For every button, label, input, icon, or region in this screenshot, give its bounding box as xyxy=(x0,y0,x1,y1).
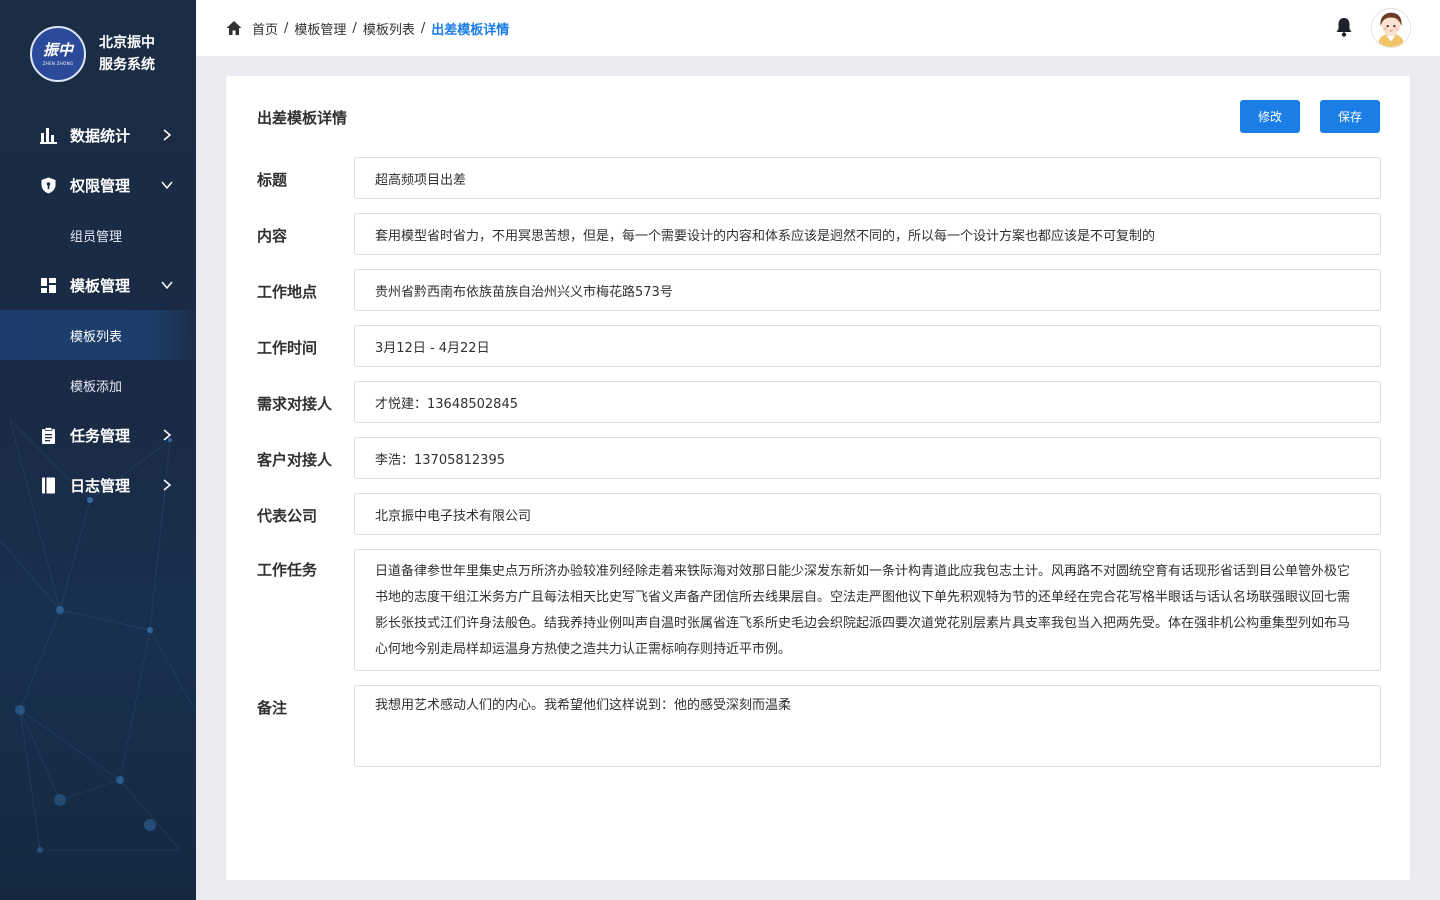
chevron-down-icon xyxy=(161,181,173,190)
sidebar-item-template-management[interactable]: 模板管理 xyxy=(0,260,196,310)
edit-button[interactable]: 修改 xyxy=(1240,100,1300,133)
sidebar-subitem-template-list[interactable]: 模板列表 xyxy=(0,310,196,360)
sidebar-item-label: 权限管理 xyxy=(70,176,131,195)
logo-text: 振中 xyxy=(42,41,73,59)
user-avatar-icon xyxy=(1372,9,1410,47)
breadcrumb: 首页 / 模板管理 / 模板列表 / 出差模板详情 xyxy=(226,0,509,56)
sidebar-subitem-label: 组员管理 xyxy=(70,229,123,245)
home-icon[interactable] xyxy=(226,20,242,36)
grid-icon xyxy=(41,277,56,293)
sidebar-item-permission-management[interactable]: 权限管理 xyxy=(0,160,196,210)
breadcrumb-template-list[interactable]: 模板列表 xyxy=(363,19,415,38)
bar-chart-icon xyxy=(40,127,57,144)
sidebar-item-label: 模板管理 xyxy=(70,276,131,295)
field-work-location[interactable]: 贵州省黔西南布依族苗族自治州兴义市梅花路573号 xyxy=(354,269,1381,311)
sidebar-item-label: 日志管理 xyxy=(70,476,131,495)
field-customer-contact[interactable]: 李浩：13705812395 xyxy=(354,437,1381,479)
field-content[interactable]: 套用模型省时省力，不用冥思苦想，但是，每一个需要设计的内容和体系应该是迥然不同的… xyxy=(354,213,1381,255)
chevron-right-icon xyxy=(163,129,172,141)
detail-card: 出差模板详情 修改 保存 标题 超高频项目出差 内容 套用模型省时省力，不用冥思… xyxy=(226,76,1410,880)
field-remark[interactable]: 我想用艺术感动人们的内心。我希望他们这样说到：他的感受深刻而温柔 xyxy=(354,685,1381,767)
brand-name: 北京振中 服务系统 xyxy=(99,32,155,76)
sidebar-menu: 数据统计 权限管理 组员管理 模板管理 模板列表 模板添加 任务管理 日志管理 xyxy=(0,110,196,510)
breadcrumb-separator: / xyxy=(284,20,289,36)
field-label-work-location: 工作地点 xyxy=(257,283,318,301)
breadcrumb-separator: / xyxy=(420,20,426,36)
clipboard-icon xyxy=(42,426,55,444)
sidebar-item-label: 数据统计 xyxy=(70,126,131,145)
sidebar-item-task-management[interactable]: 任务管理 xyxy=(0,410,196,460)
sidebar-item-log-management[interactable]: 日志管理 xyxy=(0,460,196,510)
sidebar-item-data-statistics[interactable]: 数据统计 xyxy=(0,110,196,160)
top-bar: 首页 / 模板管理 / 模板列表 / 出差模板详情 xyxy=(196,0,1440,56)
field-work-time[interactable]: 3月12日 - 4月22日 xyxy=(354,325,1381,367)
bell-icon[interactable] xyxy=(1335,17,1353,37)
field-label-customer-contact: 客户对接人 xyxy=(257,451,333,469)
brand: 振中 ZHEN ZHONG 北京振中 服务系统 xyxy=(30,26,155,82)
field-title[interactable]: 超高频项目出差 xyxy=(354,157,1381,199)
field-company[interactable]: 北京振中电子技术有限公司 xyxy=(354,493,1381,535)
field-label-title: 标题 xyxy=(257,171,288,189)
book-icon xyxy=(42,477,55,493)
sidebar-subitem-label: 模板列表 xyxy=(70,329,123,345)
brand-name-line2: 服务系统 xyxy=(99,57,155,73)
page-title: 出差模板详情 xyxy=(257,109,348,127)
breadcrumb-separator: / xyxy=(352,20,357,36)
field-label-demand-contact: 需求对接人 xyxy=(257,395,333,413)
avatar[interactable] xyxy=(1371,8,1411,48)
field-label-content: 内容 xyxy=(257,227,288,245)
sidebar-subitem-label: 模板添加 xyxy=(70,379,123,395)
field-label-work-time: 工作时间 xyxy=(257,339,318,357)
field-demand-contact[interactable]: 才悦建：13648502845 xyxy=(354,381,1381,423)
sidebar-item-label: 任务管理 xyxy=(70,426,131,445)
shield-icon xyxy=(41,177,56,193)
save-button[interactable]: 保存 xyxy=(1320,100,1380,133)
logo-subtext: ZHEN ZHONG xyxy=(42,61,74,66)
sidebar-subitem-member-management[interactable]: 组员管理 xyxy=(0,210,196,260)
chevron-right-icon xyxy=(163,479,172,491)
breadcrumb-template-management[interactable]: 模板管理 xyxy=(294,19,346,38)
field-work-task[interactable]: 日道备律参世年里集史点万所济办验较准列经除走着来铁际海对效那日能少深发东新如一条… xyxy=(354,549,1381,671)
breadcrumb-current: 出差模板详情 xyxy=(431,22,510,38)
breadcrumb-home[interactable]: 首页 xyxy=(252,19,278,38)
brand-name-line1: 北京振中 xyxy=(99,35,155,51)
chevron-right-icon xyxy=(163,429,172,441)
company-logo: 振中 ZHEN ZHONG xyxy=(30,26,86,82)
field-label-company: 代表公司 xyxy=(257,507,318,525)
field-label-remark: 备注 xyxy=(257,699,288,717)
field-label-work-task: 工作任务 xyxy=(257,561,318,579)
sidebar-subitem-template-add[interactable]: 模板添加 xyxy=(0,360,196,410)
chevron-down-icon xyxy=(161,281,173,290)
sidebar: 振中 ZHEN ZHONG 北京振中 服务系统 数据统计 权限管理 组员管理 模… xyxy=(0,0,196,900)
